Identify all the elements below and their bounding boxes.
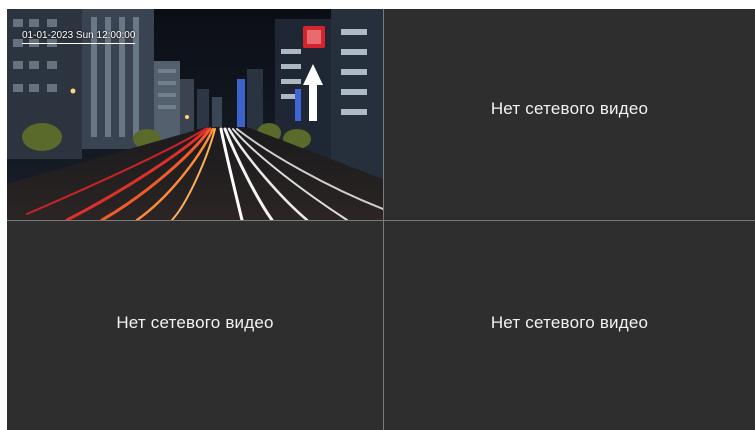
channel-1-timestamp: 01-01-2023 Sun 12:00:00 bbox=[22, 30, 136, 44]
channel-3-tile[interactable]: Нет сетевого видео bbox=[7, 221, 383, 430]
camera-grid: 01-01-2023 Sun 12:00:00 Нет сетевого вид… bbox=[7, 9, 755, 430]
no-video-message: Нет сетевого видео bbox=[490, 98, 649, 118]
no-video-message: Нет сетевого видео bbox=[116, 312, 274, 332]
channel-1-tile[interactable]: 01-01-2023 Sun 12:00:00 bbox=[7, 9, 383, 220]
channel-2-tile[interactable]: Нет сетевого видео bbox=[384, 9, 755, 220]
no-video-message: Нет сетевого видео bbox=[490, 312, 649, 332]
channel-4-tile[interactable]: Нет сетевого видео bbox=[384, 221, 755, 430]
